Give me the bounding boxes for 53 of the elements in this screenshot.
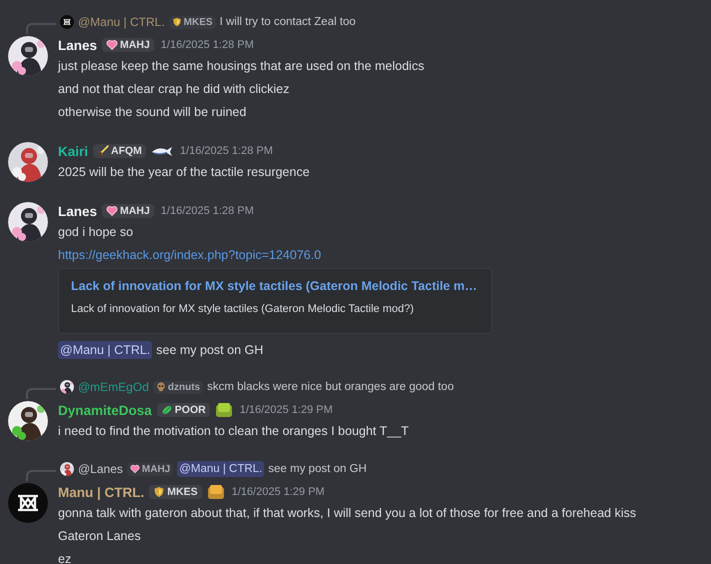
whale-icon (150, 145, 173, 157)
heart-icon (106, 205, 118, 217)
timestamp: 1/16/2025 1:28 PM (160, 205, 254, 217)
author-name[interactable]: Manu | CTRL. (58, 484, 144, 500)
skull-icon (156, 382, 166, 392)
author-name[interactable]: DynamiteDosa (58, 402, 152, 418)
message-text: otherwise the sound will be ruined (58, 104, 248, 121)
reply-connector (26, 470, 56, 480)
author-name[interactable]: Kairi (58, 144, 88, 158)
logo-icon (60, 15, 74, 29)
user-mention[interactable]: @Manu | CTRL. (58, 340, 152, 358)
reply-text: I will try to contact Zeal too (220, 16, 356, 28)
heart-icon (106, 39, 118, 51)
reply-connector (26, 22, 56, 34)
message-text: god i hope so (58, 224, 134, 241)
role-tag: MAHJ (102, 204, 154, 218)
role-tag: dznuts (152, 380, 204, 394)
sword-icon (97, 145, 110, 157)
role-tag: POOR (156, 403, 210, 417)
role-tag: MAHJ (102, 38, 154, 52)
message-text: gonna talk with gateron about that, if that works, I will send you a lot of those for free and a forehead kiss (58, 505, 636, 522)
reply-text: skcm blacks were nice but oranges are good too (207, 381, 454, 393)
role-tag: AFQM (93, 144, 146, 158)
user-mention[interactable]: @Manu | CTRL. (177, 461, 264, 477)
timestamp: 1/16/2025 1:29 PM (240, 404, 333, 416)
message-link[interactable]: https://geekhack.org/index.php?topic=124076.0 (58, 244, 322, 267)
embed-description: Lack of innovation for MX style tactiles (Gateron Melodic Tactile mod?) (71, 303, 415, 315)
message-text: just please keep the same housings that are used on the melodics (58, 58, 424, 75)
role-tag: MKES (168, 16, 216, 28)
message-text: see my post on GH (156, 342, 264, 356)
message-text: 2025 will be the year of the tactile resurgence (58, 164, 310, 181)
shield-icon (153, 486, 166, 498)
embed-title[interactable]: Lack of innovation for MX style tactiles (Gateron Melodic Tactile m… (71, 279, 478, 293)
shield-icon (172, 17, 182, 27)
reply-connector (26, 388, 56, 398)
reply-text: see my post on GH (268, 463, 367, 475)
message-text: i need to find the motivation to clean the oranges I bought T__T (58, 423, 409, 440)
author-name[interactable]: Lanes (58, 38, 98, 52)
timestamp: 1/16/2025 1:29 PM (232, 486, 325, 498)
message-text: and not that clear crap he did with clickiez (58, 81, 290, 98)
message-text: Gateron Lanes (58, 528, 142, 545)
reply-author[interactable]: @Lanes (78, 462, 123, 476)
role-tag: MKES (149, 485, 202, 499)
heart-icon (130, 464, 140, 474)
author-name[interactable]: Lanes (58, 204, 98, 218)
reply-author[interactable]: @mEmEgOd (78, 380, 149, 394)
timestamp: 1/16/2025 1:28 PM (180, 145, 273, 157)
timestamp: 1/16/2025 1:28 PM (160, 39, 254, 51)
role-tag: MAHJ (126, 462, 174, 476)
message-text: ez (58, 551, 72, 564)
leaf-icon (160, 404, 173, 416)
logo-icon (8, 483, 48, 523)
reply-author[interactable]: @Manu | CTRL. (78, 15, 165, 29)
